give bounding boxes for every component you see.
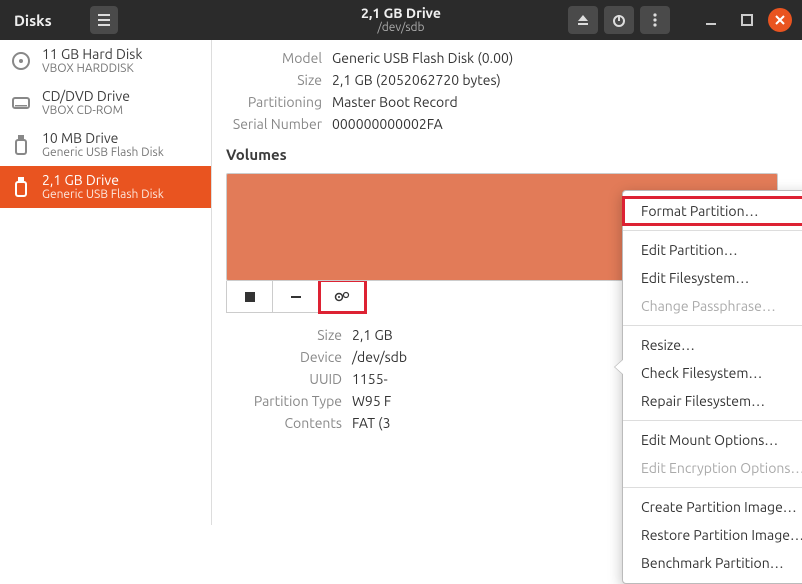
contents-text: FAT (3 xyxy=(352,415,391,431)
kebab-icon xyxy=(653,13,657,27)
value-serial: 000000000002FA xyxy=(332,116,443,132)
sidebar-item-label: 11 GB Hard Disk xyxy=(42,46,142,62)
close-button[interactable] xyxy=(768,8,792,32)
label-partitioning: Partitioning xyxy=(222,94,332,110)
sidebar-item-sublabel: Generic USB Flash Disk xyxy=(42,146,164,160)
hdd-icon xyxy=(10,47,32,75)
header-center: 2,1 GB Drive /dev/sdb xyxy=(361,5,441,35)
menu-format-partition[interactable]: Format Partition… xyxy=(623,197,802,225)
menu-create-partition-image[interactable]: Create Partition Image… xyxy=(623,493,802,521)
sidebar-item-hard-disk[interactable]: 11 GB Hard DiskVBOX HARDDISK xyxy=(0,40,211,82)
minus-icon xyxy=(290,291,302,303)
menu-edit-filesystem[interactable]: Edit Filesystem… xyxy=(623,264,802,292)
sidebar: 11 GB Hard DiskVBOX HARDDISK CD/DVD Driv… xyxy=(0,40,212,525)
menu-check-filesystem[interactable]: Check Filesystem… xyxy=(623,359,802,387)
value-ptype: W95 F xyxy=(352,393,391,409)
value-partitioning: Master Boot Record xyxy=(332,94,458,110)
content: ModelGeneric USB Flash Disk (0.00) Size2… xyxy=(212,40,802,525)
stop-icon xyxy=(244,291,256,303)
label-uuid: UUID xyxy=(222,371,352,387)
value-size: 2,1 GB (2052062720 bytes) xyxy=(332,72,501,88)
label-contents: Contents xyxy=(222,415,352,431)
sidebar-item-sublabel: Generic USB Flash Disk xyxy=(42,188,164,202)
sidebar-item-sublabel: VBOX HARDDISK xyxy=(42,62,142,76)
optical-icon xyxy=(10,89,32,117)
label-size: Size xyxy=(222,72,332,88)
drive-subtitle: /dev/sdb xyxy=(361,21,441,35)
value-vsize: 2,1 GB xyxy=(352,327,393,343)
menu-restore-partition-image[interactable]: Restore Partition Image… xyxy=(623,521,802,549)
drive-title: 2,1 GB Drive xyxy=(361,5,441,21)
drive-options-button[interactable] xyxy=(640,6,670,34)
label-device: Device xyxy=(222,349,352,365)
value-model: Generic USB Flash Disk (0.00) xyxy=(332,50,513,66)
sidebar-item-sublabel: VBOX CD-ROM xyxy=(42,104,130,118)
menu-repair-filesystem[interactable]: Repair Filesystem… xyxy=(623,387,802,415)
sidebar-item-label: CD/DVD Drive xyxy=(42,88,130,104)
sidebar-item-cddvd[interactable]: CD/DVD DriveVBOX CD-ROM xyxy=(0,82,211,124)
delete-partition-button[interactable] xyxy=(273,281,319,312)
minimize-button[interactable] xyxy=(696,6,726,34)
maximize-button[interactable] xyxy=(732,6,762,34)
volume-settings-button[interactable] xyxy=(320,281,365,312)
value-contents: FAT (3 xyxy=(352,415,391,431)
menu-resize[interactable]: Resize… xyxy=(623,331,802,359)
volume-toolbar xyxy=(226,281,366,313)
sidebar-item-label: 2,1 GB Drive xyxy=(42,172,164,188)
eject-icon xyxy=(576,13,590,27)
app-menu-button[interactable] xyxy=(90,6,118,34)
label-serial: Serial Number xyxy=(222,116,332,132)
volumes-heading: Volumes xyxy=(226,146,782,163)
sidebar-item-10mb-drive[interactable]: 10 MB DriveGeneric USB Flash Disk xyxy=(0,124,211,166)
usb-icon xyxy=(10,173,32,201)
sidebar-item-2gb-drive[interactable]: 2,1 GB DriveGeneric USB Flash Disk xyxy=(0,166,211,208)
menu-edit-mount-options[interactable]: Edit Mount Options… xyxy=(623,426,802,454)
label-ptype: Partition Type xyxy=(222,393,352,409)
minimize-icon xyxy=(705,14,717,26)
label-vsize: Size xyxy=(222,327,352,343)
power-icon xyxy=(612,13,626,27)
titlebar: Disks 2,1 GB Drive /dev/sdb xyxy=(0,0,802,40)
power-button[interactable] xyxy=(604,6,634,34)
maximize-icon xyxy=(741,14,753,26)
mount-button[interactable] xyxy=(227,281,273,312)
label-model: Model xyxy=(222,50,332,66)
menu-edit-partition[interactable]: Edit Partition… xyxy=(623,236,802,264)
hamburger-icon xyxy=(97,13,111,27)
menu-change-passphrase: Change Passphrase… xyxy=(623,292,802,320)
sidebar-item-label: 10 MB Drive xyxy=(42,130,164,146)
value-device: /dev/sdb xyxy=(352,349,407,365)
close-icon xyxy=(775,15,785,25)
eject-button[interactable] xyxy=(568,6,598,34)
gears-icon xyxy=(334,290,350,304)
menu-benchmark-partition[interactable]: Benchmark Partition… xyxy=(623,549,802,577)
usb-icon xyxy=(10,131,32,159)
value-uuid: 1155- xyxy=(352,371,388,387)
app-title: Disks xyxy=(14,12,52,29)
menu-edit-encryption-options: Edit Encryption Options… xyxy=(623,454,802,482)
